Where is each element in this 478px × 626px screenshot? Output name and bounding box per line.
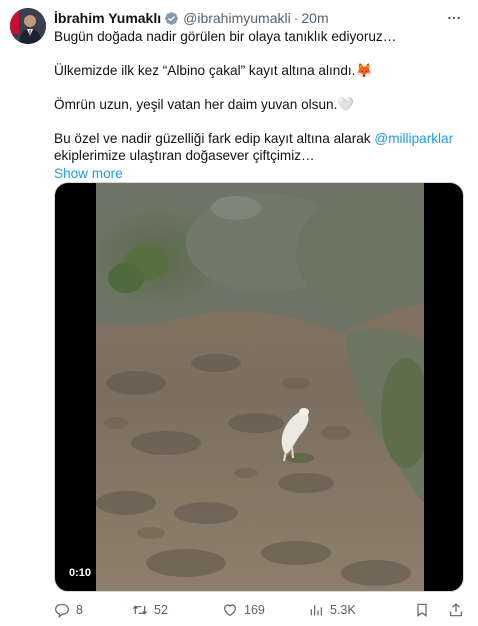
- tweet-header: İbrahim Yumaklı @ibrahimyumakli · 20m: [54, 8, 464, 28]
- mention-link[interactable]: @milliparklar: [374, 131, 453, 146]
- video-frame: [96, 183, 424, 591]
- tweet-line: Ülkemizde ilk kez “Albino çakal” kayıt a…: [54, 63, 373, 78]
- share-icon[interactable]: [448, 602, 464, 618]
- bookmark-icon[interactable]: [414, 602, 430, 618]
- like-count: 169: [244, 603, 265, 617]
- views-count: 5.3K: [330, 603, 356, 617]
- timestamp[interactable]: 20m: [301, 10, 328, 26]
- tweet-line: ekiplerimize ulaştıran doğasever çiftçim…: [54, 148, 315, 163]
- tweet[interactable]: İbrahim Yumaklı @ibrahimyumakli · 20m Bu…: [0, 0, 478, 626]
- like-icon: [224, 604, 236, 617]
- retweet-icon: [132, 605, 148, 615]
- avatar[interactable]: [10, 8, 46, 44]
- tweet-line: Bugün doğada nadir görülen bir olaya tan…: [54, 29, 397, 44]
- tweet-line: Ömrün uzun, yeşil vatan her daim yuvan o…: [54, 97, 355, 112]
- more-icon[interactable]: [444, 8, 464, 28]
- reply-icon: [55, 604, 69, 618]
- retweet-button[interactable]: 52: [132, 602, 222, 618]
- show-more-link[interactable]: Show more: [54, 165, 123, 183]
- reply-count: 8: [76, 603, 83, 617]
- like-button[interactable]: 169: [222, 602, 308, 618]
- separator: ·: [293, 10, 299, 26]
- views-icon: [310, 605, 322, 616]
- author-handle[interactable]: @ibrahimyumakli: [183, 10, 291, 26]
- video-player[interactable]: 0:10: [54, 182, 464, 592]
- tweet-text: Bugün doğada nadir görülen bir olaya tan…: [54, 28, 464, 164]
- author-name[interactable]: İbrahim Yumaklı: [54, 10, 161, 26]
- tweet-actions: 8 52 169 5.3K: [54, 600, 464, 620]
- reply-button[interactable]: 8: [54, 602, 132, 618]
- tweet-line: Bu özel ve nadir güzelliği fark edip kay…: [54, 130, 464, 147]
- tweet-line-text: Bu özel ve nadir güzelliği fark edip kay…: [54, 131, 375, 146]
- retweet-count: 52: [154, 603, 168, 617]
- verified-badge-icon: [164, 11, 179, 26]
- views-button[interactable]: 5.3K: [308, 602, 398, 618]
- video-duration: 0:10: [65, 565, 96, 581]
